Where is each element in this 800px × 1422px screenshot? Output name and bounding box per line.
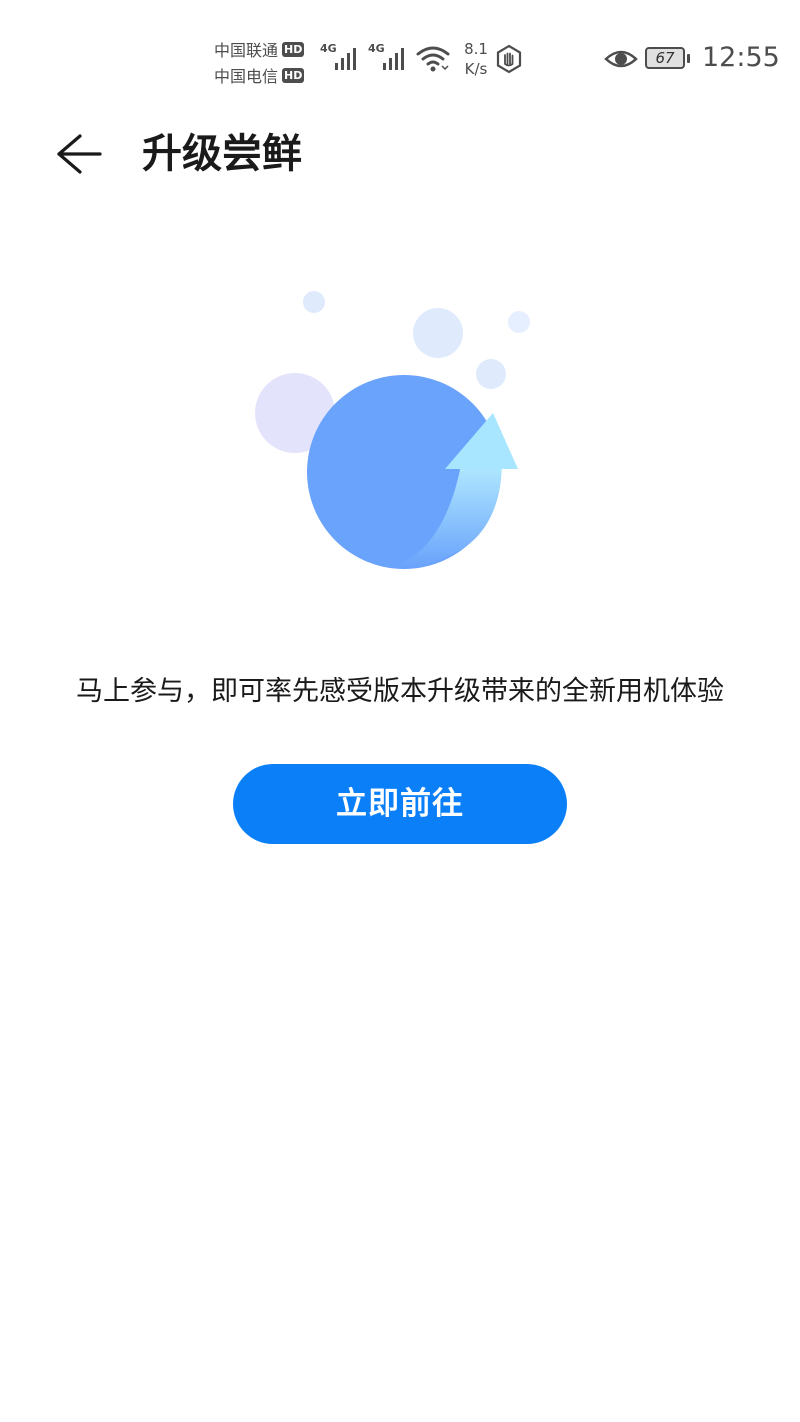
signal-icon: 4G [320, 42, 362, 72]
hd-badge-1: HD [282, 41, 305, 57]
battery-icon: 67 [645, 47, 691, 71]
eye-icon [604, 50, 638, 68]
page-title: 升级尝鲜 [142, 131, 302, 177]
battery-level: 67 [655, 49, 675, 67]
carrier-row-2: 中国电信 HD [214, 62, 314, 88]
bubble-medium [413, 308, 463, 358]
battery-tip [687, 54, 690, 63]
carrier-name-2: 中国电信 [214, 67, 279, 86]
bubble-small [508, 311, 530, 333]
signal-icon: 4G [368, 42, 410, 72]
network-speed: 8.1 K/s [456, 39, 496, 79]
bubble-small [303, 291, 325, 313]
carrier-info: 中国联通 HD 中国电信 HD [214, 36, 314, 88]
network-speed-unit: K/s [464, 60, 488, 78]
status-time: 12:55 [702, 42, 780, 73]
carrier-row-1: 中国联通 HD [214, 36, 314, 62]
signal-bars-icon [335, 48, 356, 70]
wifi-icon [416, 46, 450, 72]
back-button[interactable] [50, 126, 110, 182]
status-bar: 中国联通 HD 中国电信 HD 4G 4G 8.1 K/s 67 12:55 [0, 0, 800, 110]
hd-badge-2: HD [282, 67, 305, 83]
hand-icon [496, 44, 522, 74]
signal-bars-icon [383, 48, 404, 70]
network-speed-value: 8.1 [464, 40, 488, 58]
carrier-name-1: 中国联通 [214, 41, 279, 60]
back-arrow-icon [57, 134, 102, 174]
description-text: 马上参与，即可率先感受版本升级带来的全新用机体验 [76, 676, 724, 707]
upgrade-preview-screen: 中国联通 HD 中国电信 HD 4G 4G 8.1 K/s 67 12:55 升… [0, 0, 800, 1422]
go-now-button[interactable]: 立即前往 [233, 764, 567, 844]
bubble-small [476, 359, 506, 389]
upgrade-illustration [255, 291, 530, 569]
